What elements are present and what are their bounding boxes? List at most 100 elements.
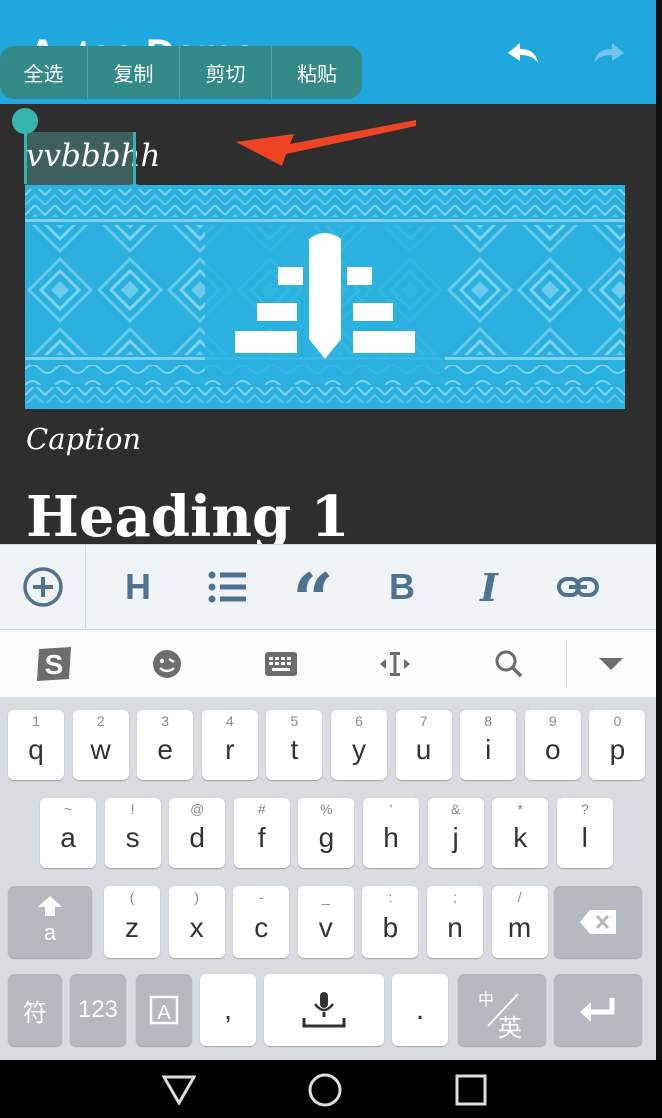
- selection-handle-start[interactable]: [12, 108, 38, 134]
- image-caption[interactable]: Caption: [26, 422, 141, 456]
- key-f[interactable]: # f: [233, 798, 290, 868]
- key-p[interactable]: 0p: [589, 710, 646, 780]
- key-x[interactable]: ) x: [168, 886, 225, 958]
- key-t[interactable]: 5t: [266, 710, 323, 780]
- key-e[interactable]: 3e: [137, 710, 194, 780]
- recents-button[interactable]: [446, 1070, 496, 1110]
- backspace-icon: [580, 910, 616, 934]
- key-n[interactable]: ; n: [427, 886, 483, 958]
- search-button[interactable]: [484, 630, 534, 698]
- key-k[interactable]: * k: [492, 798, 549, 868]
- key-s[interactable]: ! s: [104, 798, 161, 868]
- symbol-key[interactable]: 符: [8, 974, 62, 1046]
- sogou-logo-icon: S: [37, 647, 71, 681]
- keyboard-icon: [265, 652, 297, 676]
- key-y[interactable]: 6y: [331, 710, 387, 780]
- cursor-move-button[interactable]: [370, 630, 420, 698]
- key-w[interactable]: 2w: [72, 710, 129, 780]
- italic-button[interactable]: I: [460, 545, 518, 629]
- key-hint: (: [129, 889, 135, 905]
- key-b[interactable]: :b: [362, 886, 419, 958]
- lang-en-label: 英: [498, 1014, 522, 1042]
- key-label: d: [189, 822, 205, 853]
- key-v[interactable]: _ v: [297, 886, 354, 958]
- key-r[interactable]: 4r: [201, 710, 258, 780]
- key-z[interactable]: (z: [104, 886, 160, 958]
- language-switch-key[interactable]: 中 英: [458, 974, 546, 1046]
- key-h[interactable]: ' h: [363, 798, 419, 868]
- key-hint: 7: [419, 713, 428, 729]
- select-all-button[interactable]: 全选: [0, 46, 88, 99]
- key-d[interactable]: @ d: [169, 798, 226, 868]
- cut-button[interactable]: 剪切: [180, 46, 272, 99]
- home-button[interactable]: [300, 1070, 350, 1110]
- format-toolbar: H “ B I: [0, 544, 656, 636]
- paste-button[interactable]: 粘贴: [272, 46, 362, 99]
- ime-logo-button[interactable]: S: [28, 630, 80, 698]
- key-label: u: [415, 734, 432, 765]
- key-label: j: [452, 822, 459, 853]
- key-hint: *: [517, 801, 523, 817]
- add-icon: [22, 567, 63, 607]
- key-u[interactable]: 7u: [395, 710, 452, 780]
- key-l[interactable]: ? l: [556, 798, 613, 868]
- key-m[interactable]: / m: [491, 886, 548, 958]
- key-label: x: [189, 912, 204, 943]
- key-i[interactable]: 8i: [460, 710, 517, 780]
- bold-button[interactable]: B: [372, 545, 432, 629]
- key-label: q: [28, 734, 44, 765]
- comma-key-label: ,: [224, 994, 232, 1025]
- key-label: p: [609, 734, 626, 765]
- key-hint: &: [450, 801, 461, 817]
- key-label: n: [447, 912, 463, 943]
- link-button[interactable]: [548, 545, 608, 629]
- header-image[interactable]: [25, 185, 625, 409]
- period-key[interactable]: .: [392, 974, 448, 1046]
- input-mode-key[interactable]: A: [136, 974, 192, 1046]
- key-label: f: [257, 822, 266, 853]
- list-button[interactable]: [196, 545, 258, 629]
- selected-title-text[interactable]: vvbbbhh: [26, 138, 161, 174]
- svg-text:A: A: [157, 1002, 171, 1024]
- cursor-icon: [380, 652, 410, 676]
- screen-edge: [656, 0, 662, 1060]
- key-g[interactable]: % g: [298, 798, 355, 868]
- emoji-button[interactable]: [142, 630, 192, 698]
- quote-icon: “: [292, 557, 334, 642]
- key-o[interactable]: 9o: [524, 710, 581, 780]
- key-hint: -: [258, 889, 264, 905]
- number-key[interactable]: 123: [70, 974, 126, 1046]
- undo-button[interactable]: [496, 32, 548, 76]
- quote-button[interactable]: “: [282, 545, 344, 636]
- key-a[interactable]: ~ a: [40, 798, 96, 868]
- copy-button[interactable]: 复制: [88, 46, 180, 99]
- keyboard-switch-button[interactable]: [256, 630, 306, 698]
- comma-key[interactable]: ,: [200, 974, 256, 1046]
- heading-button[interactable]: H: [108, 545, 168, 629]
- key-hint: 8: [484, 713, 493, 729]
- key-label: g: [318, 822, 335, 853]
- key-label: b: [382, 912, 399, 943]
- key-label: l: [581, 822, 588, 853]
- enter-key[interactable]: [554, 974, 642, 1046]
- key-hint: /: [517, 889, 522, 905]
- space-key[interactable]: [264, 974, 384, 1046]
- heading-1[interactable]: Heading 1: [26, 484, 350, 544]
- key-j[interactable]: & j: [427, 798, 484, 868]
- period-key-label: .: [415, 993, 425, 1026]
- key-hint: 4: [225, 713, 234, 729]
- key-q[interactable]: 1q: [8, 710, 64, 780]
- collapse-keyboard-button[interactable]: [586, 630, 636, 698]
- emoji-icon: [153, 650, 181, 678]
- soft-keyboard: a 符 123 A , . 中 英 1 q 2 w 3 e 4 r 5 t 6 …: [0, 698, 656, 1060]
- key-label: h: [383, 822, 399, 853]
- backspace-key[interactable]: [554, 886, 642, 958]
- shift-key[interactable]: a: [8, 886, 92, 958]
- key-c[interactable]: -c: [233, 886, 290, 958]
- editor-content[interactable]: vvbbbhh Caption Heading 1: [0, 104, 656, 544]
- shift-icon: [38, 896, 62, 916]
- back-button[interactable]: [154, 1070, 204, 1110]
- redo-button[interactable]: [584, 32, 636, 76]
- add-media-button[interactable]: [0, 545, 86, 629]
- key-hint: :: [388, 889, 393, 905]
